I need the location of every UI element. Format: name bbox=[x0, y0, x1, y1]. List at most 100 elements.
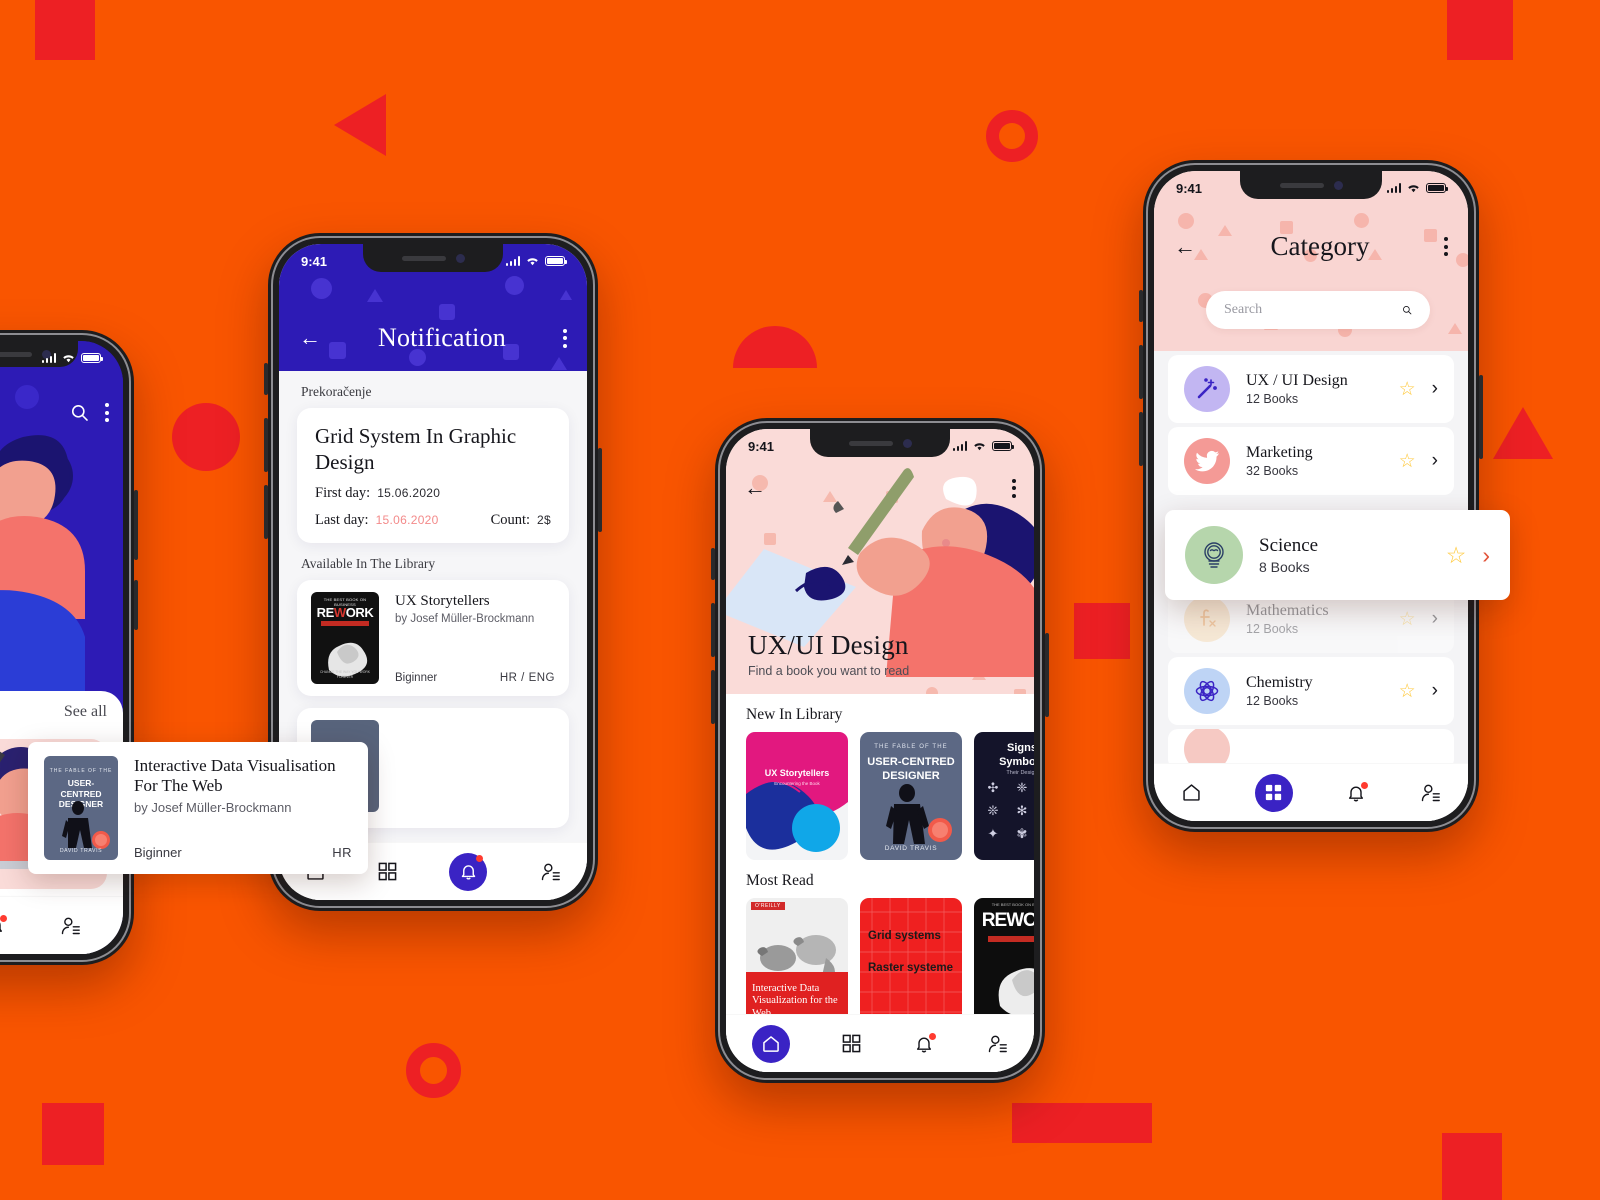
chevron-right-icon[interactable]: › bbox=[1432, 378, 1438, 400]
lightbulb-icon bbox=[1185, 526, 1243, 584]
shelf-new-in-library[interactable]: UX Storytellers Encountering the Book TH… bbox=[726, 732, 1034, 860]
popup-book-language: HR bbox=[332, 845, 352, 860]
favorite-star-icon[interactable]: ☆ bbox=[1399, 608, 1416, 631]
cover-author: DAVID TRAVIS bbox=[884, 845, 938, 852]
mute-switch[interactable] bbox=[1139, 290, 1143, 322]
bottom-nav-home bbox=[726, 1014, 1034, 1072]
book-detail-popup[interactable]: THE FABLE OF THE USER-CENTRED DESIGNER D… bbox=[28, 742, 368, 874]
mute-switch[interactable] bbox=[264, 363, 268, 395]
chevron-right-icon[interactable]: › bbox=[1432, 680, 1438, 702]
category-count: 12 Books bbox=[1246, 622, 1299, 636]
overflow-menu-icon[interactable] bbox=[563, 328, 567, 348]
volume-down-button[interactable] bbox=[711, 670, 715, 724]
cover-subtitle: THE FABLE OF THE bbox=[874, 744, 948, 750]
see-all-link[interactable]: See all bbox=[64, 703, 107, 721]
bg-square-topleft bbox=[35, 0, 95, 60]
back-arrow-icon[interactable]: ← bbox=[744, 477, 766, 499]
bg-rect-bottom bbox=[1012, 1103, 1152, 1143]
overflow-menu-icon[interactable] bbox=[105, 403, 109, 422]
search-input[interactable] bbox=[1224, 302, 1402, 318]
favorite-star-icon[interactable]: ☆ bbox=[1399, 450, 1416, 473]
nav-grid-icon[interactable] bbox=[842, 1034, 861, 1053]
power-button[interactable] bbox=[598, 448, 602, 532]
category-info: Chemistry 12 Books bbox=[1230, 674, 1399, 708]
search-bar[interactable] bbox=[1206, 291, 1430, 329]
nav-home-active[interactable] bbox=[752, 1024, 791, 1063]
volume-up-button[interactable] bbox=[711, 603, 715, 657]
battery-icon bbox=[1426, 183, 1448, 193]
popup-book-level: Biginner bbox=[134, 845, 182, 860]
nav-bell-icon[interactable] bbox=[1346, 781, 1369, 803]
book-cover[interactable]: Signs Symbols Their Design ✣❈✤❊✻❉✦✾✺ bbox=[974, 732, 1034, 860]
nav-bell-active[interactable] bbox=[449, 852, 487, 891]
book-cover[interactable]: UX Storytellers Encountering the Book bbox=[746, 732, 848, 860]
screen-home: ← UX/UI Design Find a book you want to r… bbox=[726, 429, 1034, 1072]
magic-wand-icon bbox=[1184, 366, 1230, 412]
status-indicators bbox=[505, 255, 567, 267]
nav-profile-icon[interactable] bbox=[539, 862, 561, 882]
book-cover[interactable]: Grid systems Raster systeme bbox=[860, 898, 962, 1026]
power-button[interactable] bbox=[134, 490, 138, 560]
library-book-row[interactable]: THE BEST BOOK ON BUSINESS REWORK CHANGE … bbox=[297, 580, 569, 697]
category-name: Marketing bbox=[1246, 444, 1313, 461]
bg-ring-top bbox=[986, 110, 1038, 162]
section-label-overdue: Prekoračenje bbox=[301, 384, 372, 399]
notification-badge bbox=[0, 914, 7, 922]
featured-category-card-science[interactable]: Science 8 Books ☆ › bbox=[1165, 510, 1510, 600]
category-row-ux-ui-design[interactable]: UX / UI Design 12 Books ☆ › bbox=[1168, 355, 1454, 423]
battery-icon bbox=[992, 441, 1014, 451]
volume-down-button[interactable] bbox=[1139, 412, 1143, 466]
search-icon[interactable] bbox=[70, 403, 89, 422]
volume-down-button[interactable] bbox=[264, 485, 268, 539]
cover-subtitle: Raster systeme bbox=[868, 962, 954, 974]
volume-up-button[interactable] bbox=[1139, 345, 1143, 399]
volume-up-button[interactable] bbox=[264, 418, 268, 472]
overflow-menu-icon[interactable] bbox=[1012, 478, 1016, 498]
favorite-star-icon[interactable]: ☆ bbox=[1399, 680, 1416, 703]
mute-switch[interactable] bbox=[711, 548, 715, 580]
book-cover[interactable]: THE BEST BOOK ON BUSINESS REWORK bbox=[974, 898, 1034, 1026]
overdue-card[interactable]: Grid System In Graphic Design First day:… bbox=[297, 408, 569, 544]
cover-subtitle: Symbols bbox=[999, 756, 1034, 768]
nav-profile-icon[interactable] bbox=[59, 916, 81, 936]
battery-icon bbox=[81, 353, 103, 363]
nav-profile-icon[interactable] bbox=[1419, 783, 1441, 803]
nav-grid-active[interactable] bbox=[1254, 773, 1293, 812]
book-cover[interactable]: THE FABLE OF THE USER-CENTRED DESIGNER D… bbox=[860, 732, 962, 860]
shelf-most-read[interactable]: O'REILLY Interactive Data Visualization … bbox=[726, 898, 1034, 1026]
book-info bbox=[379, 720, 555, 816]
category-row-chemistry[interactable]: Chemistry 12 Books ☆ › bbox=[1168, 657, 1454, 725]
nav-home-icon[interactable] bbox=[1181, 782, 1202, 803]
nav-grid-icon[interactable] bbox=[378, 862, 397, 881]
bg-square-bottomright bbox=[1442, 1133, 1502, 1200]
bg-square-mid bbox=[1074, 603, 1130, 659]
book-title: UX Storytellers bbox=[395, 593, 490, 610]
favorite-star-icon[interactable]: ☆ bbox=[1399, 378, 1416, 401]
chevron-right-icon[interactable]: › bbox=[1432, 608, 1438, 630]
chevron-right-icon[interactable]: › bbox=[1482, 542, 1490, 569]
nav-bell-icon[interactable] bbox=[0, 914, 7, 936]
cover-title: Signs bbox=[1007, 742, 1034, 754]
category-info: Marketing 32 Books bbox=[1230, 444, 1399, 478]
hero-title: UX/UI Design bbox=[748, 630, 909, 660]
popup-cover-bottom: DAVID TRAVIS bbox=[59, 848, 103, 854]
signal-icon bbox=[1386, 183, 1401, 193]
back-arrow-icon[interactable]: ← bbox=[299, 327, 321, 349]
overflow-menu-icon[interactable] bbox=[1444, 237, 1448, 256]
signal-icon bbox=[505, 256, 520, 266]
power-button[interactable] bbox=[1045, 633, 1049, 717]
nav-bell-icon[interactable] bbox=[914, 1032, 936, 1054]
back-arrow-icon[interactable]: ← bbox=[1174, 235, 1196, 258]
nav-profile-icon[interactable] bbox=[986, 1034, 1008, 1054]
cover-subtitle: Encountering the Book bbox=[774, 781, 820, 786]
popup-book-author: by Josef Müller-Brockmann bbox=[134, 799, 292, 815]
side-button[interactable] bbox=[134, 580, 138, 630]
cover-publisher: O'REILLY bbox=[751, 902, 785, 910]
power-button[interactable] bbox=[1479, 375, 1483, 459]
chevron-right-icon[interactable]: › bbox=[1432, 450, 1438, 472]
book-cover[interactable]: O'REILLY Interactive Data Visualization … bbox=[746, 898, 848, 1026]
category-row-marketing[interactable]: Marketing 32 Books ☆ › bbox=[1168, 427, 1454, 495]
favorite-star-icon[interactable]: ☆ bbox=[1446, 542, 1467, 569]
bg-square-bottomleft bbox=[42, 1103, 104, 1165]
search-icon[interactable] bbox=[1402, 301, 1412, 319]
